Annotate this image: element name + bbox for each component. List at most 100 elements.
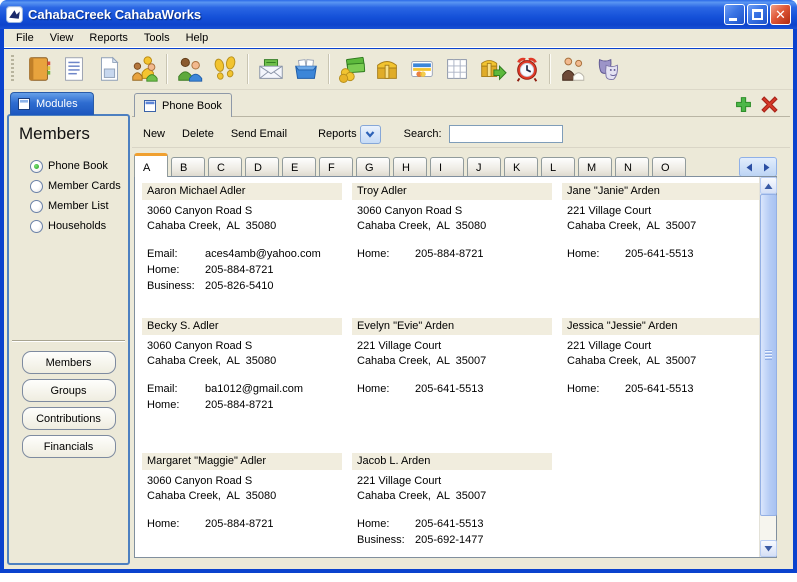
letter-tab-k[interactable]: K	[504, 157, 538, 177]
toolbar-grip[interactable]	[11, 55, 14, 83]
export-box-icon[interactable]	[474, 52, 509, 87]
contact-card[interactable]: Aaron Michael Adler 3060 Canyon Road S C…	[142, 183, 342, 312]
vertical-scrollbar[interactable]	[759, 177, 776, 557]
scroll-letters-right-icon[interactable]	[758, 158, 776, 176]
menu-view[interactable]: View	[43, 30, 83, 46]
menu-file[interactable]: File	[9, 30, 43, 46]
contact-card[interactable]: Margaret "Maggie" Adler 3060 Canyon Road…	[142, 453, 342, 582]
letter-tab-h[interactable]: H	[393, 157, 427, 177]
delete-button[interactable]: Delete	[182, 128, 214, 140]
radio-member-list[interactable]: Member List	[30, 196, 126, 216]
letter-tab-f[interactable]: F	[319, 157, 353, 177]
radio-label-member-list: Member List	[48, 200, 109, 212]
phone-book-window-icon	[144, 100, 156, 112]
letter-tab-l[interactable]: L	[541, 157, 575, 177]
send-email-button[interactable]: Send Email	[231, 128, 287, 140]
maximize-button[interactable]	[747, 4, 768, 25]
email-money-icon[interactable]	[253, 52, 288, 87]
radio-icon	[30, 200, 43, 213]
contact-card[interactable]: Troy Adler 3060 Canyon Road S Cahaba Cre…	[352, 183, 552, 312]
contact-field-label: Business:	[357, 532, 415, 548]
letter-tab-a[interactable]: A	[134, 153, 168, 177]
letter-tab-m[interactable]: M	[578, 157, 612, 177]
tab-phone-book[interactable]: Phone Book	[134, 93, 232, 117]
close-tab-icon[interactable]	[761, 96, 778, 113]
contact-name: Becky S. Adler	[142, 318, 342, 335]
contact-card[interactable]: Jacob L. Arden 221 Village Court Cahaba …	[352, 453, 552, 582]
contact-card[interactable]: Becky S. Adler 3060 Canyon Road S Cahaba…	[142, 318, 342, 447]
money-icon[interactable]	[334, 52, 369, 87]
sidebar-button-contributions[interactable]: Contributions	[22, 407, 116, 430]
credit-card-icon[interactable]	[404, 52, 439, 87]
search-input[interactable]	[449, 125, 563, 143]
radio-households[interactable]: Households	[30, 216, 126, 236]
menu-help[interactable]: Help	[179, 30, 218, 46]
contact-field-label: Home:	[147, 262, 205, 278]
radio-member-cards[interactable]: Member Cards	[30, 176, 126, 196]
scroll-down-icon[interactable]	[760, 540, 777, 557]
close-button[interactable]: ✕	[770, 4, 791, 25]
module-window-icon	[18, 98, 30, 110]
reports-button[interactable]: Reports	[318, 128, 357, 140]
sidebar-button-financials[interactable]: Financials	[22, 435, 116, 458]
letter-scroll-buttons	[739, 157, 777, 177]
radio-icon	[30, 180, 43, 193]
contact-address-line2: Cahaba Creek, AL 35080	[142, 354, 342, 369]
contact-card[interactable]: Evelyn "Evie" Arden 221 Village Court Ca…	[352, 318, 552, 447]
new-button[interactable]: New	[143, 128, 165, 140]
family-group-icon[interactable]	[126, 52, 161, 87]
action-bar: New Delete Send Email Reports Search:	[132, 121, 790, 148]
sidebar-button-groups[interactable]: Groups	[22, 379, 116, 402]
contact-address-line2: Cahaba Creek, AL 35007	[562, 354, 762, 369]
tab-phone-book-label: Phone Book	[162, 100, 222, 112]
contact-field-value: 205-641-5513	[415, 516, 484, 532]
add-tab-icon[interactable]	[735, 96, 752, 113]
contact-field-row: Email: aces4amb@yahoo.com	[147, 246, 342, 262]
letter-tab-n[interactable]: N	[615, 157, 649, 177]
contact-fields: Home: 205-641-5513	[562, 381, 762, 397]
menu-bar: FileViewReportsToolsHelp	[4, 29, 793, 48]
contact-address-line2: Cahaba Creek, AL 35080	[142, 489, 342, 504]
letter-tab-e[interactable]: E	[282, 157, 316, 177]
contact-fields: Home: 205-641-5513 Business: 205-692-147…	[352, 516, 552, 548]
people-pair-icon[interactable]	[172, 52, 207, 87]
tab-modules[interactable]: Modules	[10, 92, 94, 115]
footprints-icon[interactable]	[207, 52, 242, 87]
blank-document-icon[interactable]	[91, 52, 126, 87]
list-document-icon[interactable]	[56, 52, 91, 87]
letter-tab-b[interactable]: B	[171, 157, 205, 177]
maximize-icon	[752, 9, 763, 20]
contact-card[interactable]: Jessica "Jessie" Arden 221 Village Court…	[562, 318, 762, 447]
wedding-couple-icon[interactable]	[555, 52, 590, 87]
menu-tools[interactable]: Tools	[137, 30, 179, 46]
app-window: CahabaCreek CahabaWorks ✕ FileViewReport…	[0, 0, 797, 573]
scroll-up-icon[interactable]	[760, 177, 777, 194]
app-icon[interactable]	[6, 6, 23, 23]
radio-phone-book[interactable]: Phone Book	[30, 156, 126, 176]
contact-name: Jacob L. Arden	[352, 453, 552, 470]
sidebar-button-members[interactable]: Members	[22, 351, 116, 374]
letter-tab-j[interactable]: J	[467, 157, 501, 177]
reports-dropdown-button[interactable]	[360, 125, 381, 144]
menu-reports[interactable]: Reports	[82, 30, 137, 46]
tab-modules-label: Modules	[36, 98, 78, 110]
contact-card[interactable]: Jane "Janie" Arden 221 Village Court Cah…	[562, 183, 762, 312]
letter-tab-c[interactable]: C	[208, 157, 242, 177]
treasure-chest-icon[interactable]	[369, 52, 404, 87]
radio-icon	[30, 160, 43, 173]
address-book-icon[interactable]	[21, 52, 56, 87]
card-file-icon[interactable]	[288, 52, 323, 87]
letter-tab-o[interactable]: O	[652, 157, 686, 177]
contact-field-row: Home: 205-884-8721	[147, 262, 342, 278]
letter-tab-i[interactable]: I	[430, 157, 464, 177]
workspace: Modules Members Phone Book Member Cards …	[4, 90, 793, 569]
scrollbar-grip	[765, 350, 772, 360]
scroll-letters-left-icon[interactable]	[740, 158, 758, 176]
letter-tab-g[interactable]: G	[356, 157, 390, 177]
minimize-button[interactable]	[724, 4, 745, 25]
scrollbar-thumb[interactable]	[760, 194, 777, 516]
alarm-clock-icon[interactable]	[509, 52, 544, 87]
theater-masks-icon[interactable]	[590, 52, 625, 87]
letter-tab-d[interactable]: D	[245, 157, 279, 177]
table-grid-icon[interactable]	[439, 52, 474, 87]
